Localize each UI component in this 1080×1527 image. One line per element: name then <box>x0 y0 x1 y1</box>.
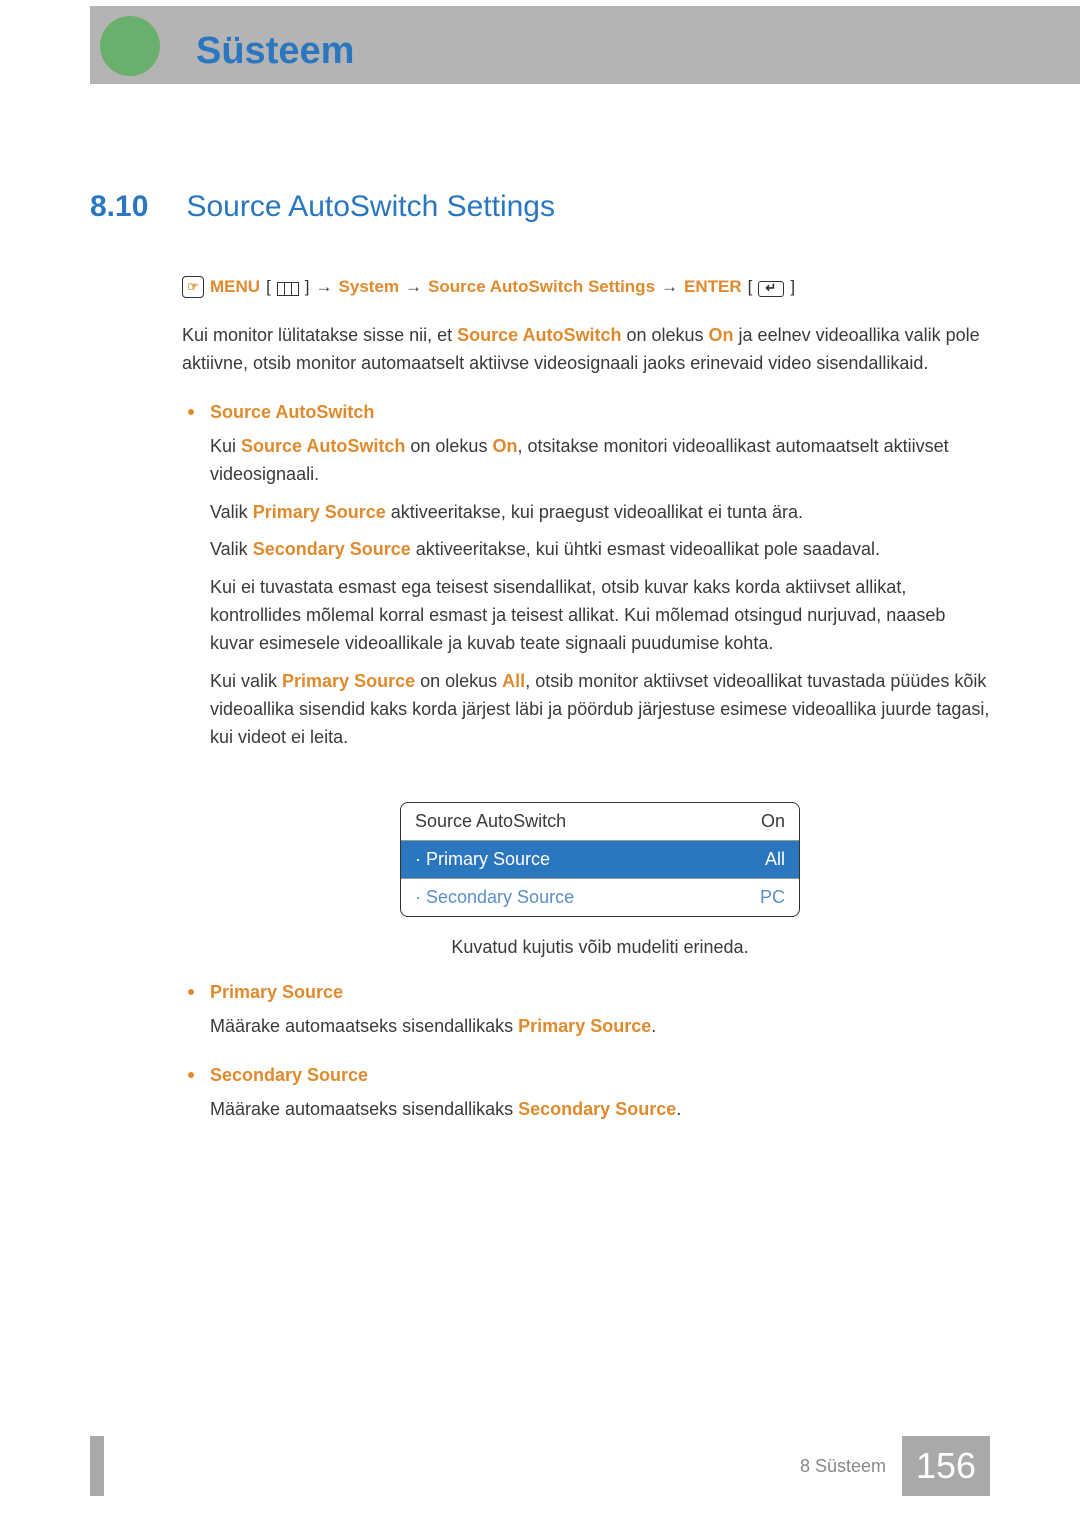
bullet-heading: Source AutoSwitch <box>210 402 990 423</box>
bracket-open: [ <box>266 277 271 297</box>
bullet-primary-source: Primary Source Määrake automaatseks sise… <box>182 982 990 1041</box>
sas-p4: Kui ei tuvastata esmast ega teisest sise… <box>210 574 990 658</box>
enter-icon <box>758 281 784 297</box>
primary-text: Määrake automaatseks sisendallikaks Prim… <box>210 1013 990 1041</box>
sas-p3: Valik Secondary Source aktiveeritakse, k… <box>210 536 990 564</box>
osd-label: Source AutoSwitch <box>415 811 566 832</box>
osd-row-selected: · Primary Source All <box>401 841 799 879</box>
osd-row-dim: · Secondary Source PC <box>401 879 799 916</box>
menu-icon <box>277 282 299 296</box>
sas-p2: Valik Primary Source aktiveeritakse, kui… <box>210 499 990 527</box>
osd-label: · Primary Source <box>415 849 550 870</box>
enter-label: ENTER <box>684 277 742 297</box>
bracket-close: ] <box>790 277 795 297</box>
intro-paragraph: Kui monitor lülitatakse sisse nii, et So… <box>182 322 990 378</box>
secondary-text: Määrake automaatseks sisendallikaks Seco… <box>210 1096 990 1124</box>
osd-value: PC <box>760 887 785 908</box>
sas-p5: Kui valik Primary Source on olekus All, … <box>210 668 990 752</box>
page-footer: 8 Süsteem 156 <box>800 1436 990 1496</box>
footer-chapter: 8 Süsteem <box>800 1456 902 1477</box>
osd-preview: Source AutoSwitch On · Primary Source Al… <box>400 802 800 917</box>
bracket-open: [ <box>748 277 753 297</box>
arrow: → <box>405 277 422 297</box>
nav-system: System <box>339 277 399 297</box>
page-number: 156 <box>902 1436 990 1496</box>
sas-p1: Kui Source AutoSwitch on olekus On, otsi… <box>210 433 990 489</box>
section-number: 8.10 <box>90 190 182 224</box>
osd-row: Source AutoSwitch On <box>401 803 799 841</box>
osd-value: All <box>765 849 785 870</box>
bullet-heading: Secondary Source <box>210 1065 990 1086</box>
arrow: → <box>661 277 678 297</box>
nav-source-autoswitch: Source AutoSwitch Settings <box>428 277 655 297</box>
bullet-source-autoswitch: Source AutoSwitch Kui Source AutoSwitch … <box>182 402 990 958</box>
hand-icon: ☞ <box>182 276 204 298</box>
chapter-title: Süsteem <box>196 30 354 73</box>
osd-caption: Kuvatud kujutis võib mudeliti erineda. <box>210 937 990 958</box>
section-title: Source AutoSwitch Settings <box>186 190 555 224</box>
navigation-path: ☞ MENU [ ] → System → Source AutoSwitch … <box>182 276 990 298</box>
section-heading: 8.10 Source AutoSwitch Settings <box>90 190 990 224</box>
bullet-heading: Primary Source <box>210 982 990 1003</box>
left-margin-bar <box>90 1436 104 1496</box>
bracket-close: ] <box>305 277 310 297</box>
osd-label: · Secondary Source <box>415 887 574 908</box>
osd-value: On <box>761 811 785 832</box>
menu-label: MENU <box>210 277 260 297</box>
chapter-badge <box>100 16 160 76</box>
arrow: → <box>316 277 333 297</box>
page-content: 8.10 Source AutoSwitch Settings ☞ MENU [… <box>90 190 990 1123</box>
bullet-secondary-source: Secondary Source Määrake automaatseks si… <box>182 1065 990 1124</box>
